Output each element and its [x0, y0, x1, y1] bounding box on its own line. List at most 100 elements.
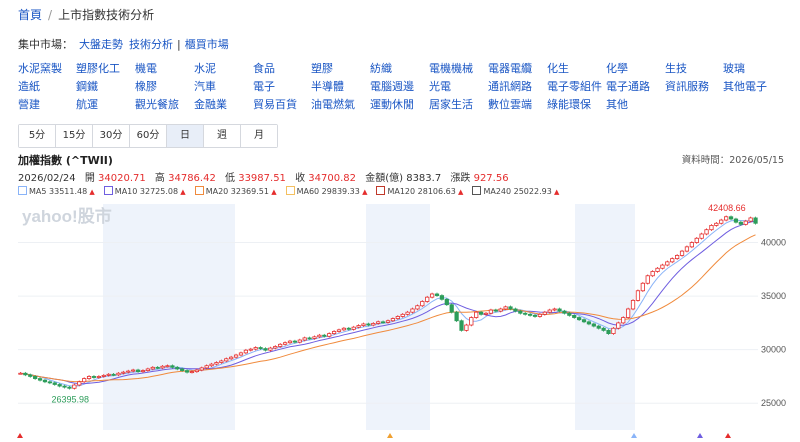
sector-link[interactable]: 綠能環保: [547, 96, 591, 112]
candle-body: [689, 242, 694, 248]
sector-link[interactable]: 汽車: [194, 78, 216, 94]
sector-link[interactable]: 塑膠化工: [76, 60, 120, 76]
tab-interval[interactable]: 週: [204, 125, 241, 147]
candle-body: [268, 347, 273, 351]
sector-link[interactable]: 其他: [606, 96, 628, 112]
sector-link[interactable]: 橡膠: [135, 78, 157, 94]
sector-link[interactable]: 觀光餐旅: [135, 96, 179, 112]
candle-body: [116, 372, 121, 376]
up-arrow-icon: ▲: [178, 188, 186, 196]
candle-body: [150, 366, 155, 370]
otc-market-link[interactable]: 櫃買市場: [185, 38, 229, 51]
sector-link[interactable]: 居家生活: [429, 96, 473, 112]
candle-body: [684, 246, 690, 252]
candle-body: [724, 216, 729, 221]
candle-body: [287, 340, 293, 344]
candle-body: [86, 376, 92, 379]
candle-body: [474, 311, 479, 318]
candle-body: [278, 343, 283, 347]
candle-body: [233, 354, 239, 358]
sector-link[interactable]: 玻璃: [723, 60, 745, 76]
ma-checkbox[interactable]: [376, 186, 386, 195]
candle-body: [47, 381, 52, 384]
candle-body: [356, 325, 361, 328]
tab-interval[interactable]: 30分: [93, 125, 130, 147]
candle-body: [429, 293, 435, 298]
ma-checkbox[interactable]: [194, 186, 204, 195]
tab-interval[interactable]: 15分: [56, 125, 93, 147]
sector-link[interactable]: 化生: [547, 60, 569, 76]
technical-analysis-link[interactable]: 技術分析: [129, 38, 173, 51]
candle-body: [704, 229, 709, 235]
candle-body: [385, 320, 391, 323]
sector-link[interactable]: 食品: [253, 60, 275, 76]
candle-body: [488, 309, 494, 314]
sector-link[interactable]: 金融業: [194, 96, 227, 112]
event-marker-icon: [631, 433, 637, 438]
sector-link[interactable]: 營建: [18, 96, 40, 112]
sector-link[interactable]: 電子零組件: [547, 78, 602, 94]
sector-link[interactable]: 生技: [665, 60, 687, 76]
ma-checkbox[interactable]: [285, 186, 295, 195]
sector-link[interactable]: 化學: [606, 60, 628, 76]
sector-link[interactable]: 塑膠: [311, 60, 333, 76]
breadcrumb-home-link[interactable]: 首頁: [18, 8, 42, 22]
breadcrumb: 首頁 / 上市指數技術分析: [18, 6, 154, 23]
ma-legend-item[interactable]: MA5 33511.48 ▲: [18, 186, 95, 196]
sector-link[interactable]: 通訊網路: [488, 78, 532, 94]
candle-body: [562, 310, 567, 314]
sector-link[interactable]: 電器電纜: [488, 60, 532, 76]
sector-link[interactable]: 半導體: [311, 78, 344, 94]
sector-link[interactable]: 電腦週邊: [370, 78, 414, 94]
tab-interval[interactable]: 5分: [19, 125, 56, 147]
ma-legend-item[interactable]: MA120 28106.63 ▲: [376, 186, 463, 196]
ma-legend-item[interactable]: MA20 32369.51 ▲: [194, 186, 277, 196]
candle-body: [528, 313, 533, 316]
candle-body: [135, 369, 141, 373]
candle-body: [694, 237, 699, 243]
sector-link[interactable]: 資訊服務: [665, 78, 709, 94]
sector-link[interactable]: 電機機械: [429, 60, 473, 76]
candle-body: [753, 217, 758, 224]
data-time-label: 資料時間：2026/05/15: [681, 155, 784, 166]
sector-link[interactable]: 數位雲端: [488, 96, 532, 112]
sector-link[interactable]: 航運: [76, 96, 98, 112]
ma-checkbox[interactable]: [18, 186, 27, 195]
tab-interval[interactable]: 月: [241, 125, 277, 147]
candle-body: [537, 313, 543, 317]
candle-body: [454, 311, 459, 322]
month-band: [103, 204, 235, 430]
candlestick-chart[interactable]: 25000 30000 35000 40000 yahoo!股市 42408.66 2639…: [0, 200, 800, 442]
sector-link[interactable]: 機電: [135, 60, 157, 76]
candle-body: [572, 314, 577, 318]
sector-link[interactable]: 水泥窯製: [18, 60, 62, 76]
market-trend-link[interactable]: 大盤走勢: [79, 38, 123, 51]
tab-interval[interactable]: 日: [167, 125, 204, 147]
ma-checkbox[interactable]: [472, 186, 482, 195]
sector-link[interactable]: 鋼鐵: [76, 78, 98, 94]
tab-interval[interactable]: 60分: [130, 125, 167, 147]
sector-link[interactable]: 其他電子: [723, 78, 767, 94]
sector-link[interactable]: 紡織: [370, 60, 392, 76]
ma-legend-item[interactable]: MA240 25022.93 ▲: [472, 186, 559, 196]
sector-link[interactable]: 貿易百貨: [253, 96, 297, 112]
ma-legend-text: MA20 32369.51: [205, 187, 269, 196]
ma-checkbox[interactable]: [103, 186, 113, 195]
breadcrumb-current: 上市指數技術分析: [58, 8, 155, 22]
candle-body: [390, 318, 396, 322]
candle-body: [670, 258, 675, 263]
sector-link[interactable]: 電子通路: [606, 78, 650, 94]
sector-link[interactable]: 運動休閒: [370, 96, 414, 112]
candle-body: [503, 306, 508, 310]
high-label: 高: [154, 173, 165, 184]
sector-link[interactable]: 電子: [253, 78, 275, 94]
sector-link[interactable]: 光電: [429, 78, 451, 94]
candle-body: [478, 311, 484, 315]
ma-legend-item[interactable]: MA10 32725.08 ▲: [103, 186, 186, 196]
sector-link[interactable]: 油電燃氣: [311, 96, 355, 112]
sector-link[interactable]: 水泥: [194, 60, 216, 76]
ma-legend-item[interactable]: MA60 29839.33 ▲: [285, 186, 367, 196]
change-value: 927.56: [473, 173, 509, 184]
candle-body: [273, 346, 278, 349]
sector-link[interactable]: 造紙: [18, 78, 40, 94]
